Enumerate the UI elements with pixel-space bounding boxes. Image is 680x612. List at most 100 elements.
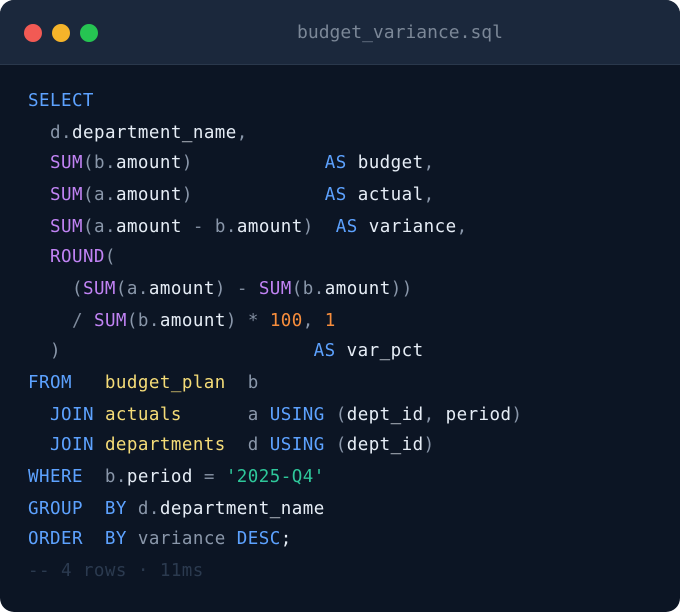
code-line: SUM(a.amount - b.amount) AS variance,: [28, 212, 468, 242]
punctuation: ): [423, 435, 435, 455]
maximize-window-button[interactable]: [80, 24, 98, 42]
punctuation: ): [225, 311, 237, 331]
code-line: JOIN actuals a USING (dept_id, period): [28, 400, 523, 430]
punctuation: .: [313, 279, 325, 299]
table-alias: a: [126, 279, 138, 299]
operator: =: [192, 467, 226, 487]
table-alias: a: [93, 217, 105, 237]
column-name: amount: [115, 153, 182, 173]
operator: -: [181, 217, 215, 237]
code-line: ORDER BY variance DESC;: [28, 524, 292, 554]
table-alias: b: [247, 373, 259, 393]
table-alias: variance: [137, 529, 226, 549]
column-name: period: [126, 467, 193, 487]
table-alias: b: [214, 217, 226, 237]
sql-keyword: SELECT: [28, 91, 94, 111]
table-alias: d: [247, 435, 259, 455]
table-alias: a: [93, 185, 105, 205]
close-window-button[interactable]: [24, 24, 42, 42]
minimize-window-button[interactable]: [52, 24, 70, 42]
punctuation: (: [82, 217, 94, 237]
punctuation: (: [126, 311, 138, 331]
column-name: amount: [159, 311, 226, 331]
punctuation: (: [82, 185, 94, 205]
string-literal: '2025-Q4': [225, 467, 325, 487]
punctuation: (: [104, 247, 116, 267]
table-name: actuals: [104, 405, 182, 425]
sql-keyword: BY: [104, 499, 127, 519]
punctuation: ): [181, 153, 193, 173]
table-name: departments: [104, 435, 226, 455]
sql-keyword: AS: [324, 185, 347, 205]
column-name: budget: [357, 153, 424, 173]
punctuation: .: [104, 185, 116, 205]
operator: *: [236, 311, 270, 331]
sql-keyword: ORDER: [28, 529, 83, 549]
table-alias: b: [302, 279, 314, 299]
table-alias: b: [93, 153, 105, 173]
punctuation: .: [137, 279, 149, 299]
title-bar: budget_variance.sql: [0, 0, 680, 65]
sql-keyword: WHERE: [28, 467, 83, 487]
sql-keyword: USING: [269, 435, 325, 455]
table-alias: b: [104, 467, 116, 487]
sql-keyword: DESC: [236, 529, 281, 549]
sql-function: SUM: [49, 153, 83, 173]
sql-keyword: AS: [313, 341, 336, 361]
editor-window: budget_variance.sql SELECT d.department_…: [0, 0, 680, 612]
sql-function: SUM: [82, 279, 116, 299]
punctuation: ,: [423, 185, 435, 205]
punctuation: (: [71, 279, 83, 299]
punctuation: .: [104, 217, 116, 237]
table-alias: d: [49, 123, 61, 143]
punctuation: (: [291, 279, 303, 299]
punctuation: .: [115, 467, 127, 487]
punctuation: (: [82, 153, 94, 173]
sql-keyword: AS: [335, 217, 358, 237]
code-line: WHERE b.period = '2025-Q4': [28, 462, 325, 492]
code-line: ROUND(: [28, 242, 116, 272]
column-name: department_name: [71, 123, 237, 143]
punctuation: (: [335, 435, 347, 455]
punctuation: (: [335, 405, 347, 425]
sql-keyword: BY: [104, 529, 127, 549]
column-name: var_pct: [346, 341, 424, 361]
punctuation: ,: [423, 153, 435, 173]
code-line: -- 4 rows · 11ms: [28, 556, 204, 586]
column-name: dept_id: [346, 405, 424, 425]
column-name: dept_id: [346, 435, 424, 455]
punctuation: ): [214, 279, 226, 299]
punctuation: .: [104, 153, 116, 173]
code-line: / SUM(b.amount) * 100, 1: [28, 306, 336, 336]
column-name: amount: [148, 279, 215, 299]
code-line: JOIN departments d USING (dept_id): [28, 430, 435, 460]
column-name: amount: [236, 217, 303, 237]
sql-keyword: JOIN: [49, 405, 94, 425]
punctuation: .: [60, 123, 72, 143]
punctuation: ): [511, 405, 523, 425]
